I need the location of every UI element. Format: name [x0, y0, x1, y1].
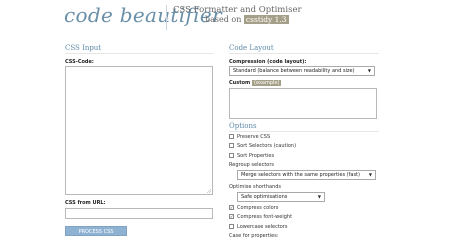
heading-rule	[229, 131, 379, 132]
code-layout-heading: Code Layout	[229, 44, 274, 52]
css-input-heading: CSS Input	[65, 44, 102, 52]
custom-example-link[interactable]: (example)	[252, 80, 282, 86]
css-from-url-label: CSS from URL:	[65, 200, 106, 206]
sort-properties-label: Sort Properties	[237, 153, 275, 159]
compression-select-value: Standard (balance between readability an…	[233, 68, 355, 74]
sort-selectors-label: Sort Selectors (caution)	[237, 143, 297, 149]
chevron-down-icon: ▼	[368, 172, 372, 177]
chevron-down-icon: ▼	[317, 194, 321, 199]
compress-colors-label: Compress colors	[237, 205, 279, 211]
process-css-button[interactable]: PROCESS CSS	[65, 226, 127, 236]
preserve-css-label: Preserve CSS	[237, 134, 271, 140]
custom-label-text: Custom	[229, 80, 251, 86]
based-on-prefix: based on	[205, 15, 242, 24]
compression-select[interactable]: Standard (balance between readability an…	[229, 66, 375, 76]
preserve-css-checkbox[interactable]	[229, 134, 234, 139]
css-code-label: CSS-Code:	[65, 59, 94, 65]
optimise-select[interactable]: Safe optimisations ▼	[237, 192, 325, 202]
lowercase-selectors-checkbox[interactable]	[229, 224, 234, 229]
resize-handle-icon[interactable]	[206, 188, 211, 193]
regroup-select[interactable]: Merge selectors with the same properties…	[237, 170, 376, 180]
custom-label: Custom (example)	[229, 80, 282, 86]
css-code-textarea[interactable]	[65, 66, 213, 195]
case-properties-label: Case for properties:	[229, 233, 279, 239]
sort-properties-checkbox[interactable]	[229, 153, 234, 158]
tagline: CSS Formatter and Optimiser	[173, 5, 302, 15]
regroup-label: Regroup selectors	[229, 162, 275, 168]
custom-layout-textarea[interactable]	[229, 88, 377, 119]
regroup-select-value: Merge selectors with the same properties…	[241, 172, 360, 178]
optimise-label: Optimise shorthands	[229, 184, 282, 190]
optimise-select-value: Safe optimisations	[241, 194, 288, 200]
based-on: based on csstidy 1.3	[205, 15, 289, 24]
compress-font-weight-label: Compress font-weight	[237, 214, 293, 220]
compress-font-weight-checkbox[interactable]: ✓	[229, 214, 234, 219]
version-badge[interactable]: csstidy 1.3	[243, 15, 289, 24]
compress-colors-checkbox[interactable]: ✓	[229, 205, 234, 210]
chevron-down-icon: ▼	[367, 68, 371, 73]
header-divider	[166, 5, 167, 30]
sort-selectors-checkbox[interactable]	[229, 143, 234, 148]
compression-label: Compression (code layout):	[229, 59, 307, 65]
heading-rule	[229, 53, 379, 54]
heading-rule	[65, 53, 213, 54]
css-url-input[interactable]	[65, 208, 213, 219]
lowercase-selectors-label: Lowercase selectors	[237, 224, 288, 230]
options-heading: Options	[229, 122, 257, 130]
